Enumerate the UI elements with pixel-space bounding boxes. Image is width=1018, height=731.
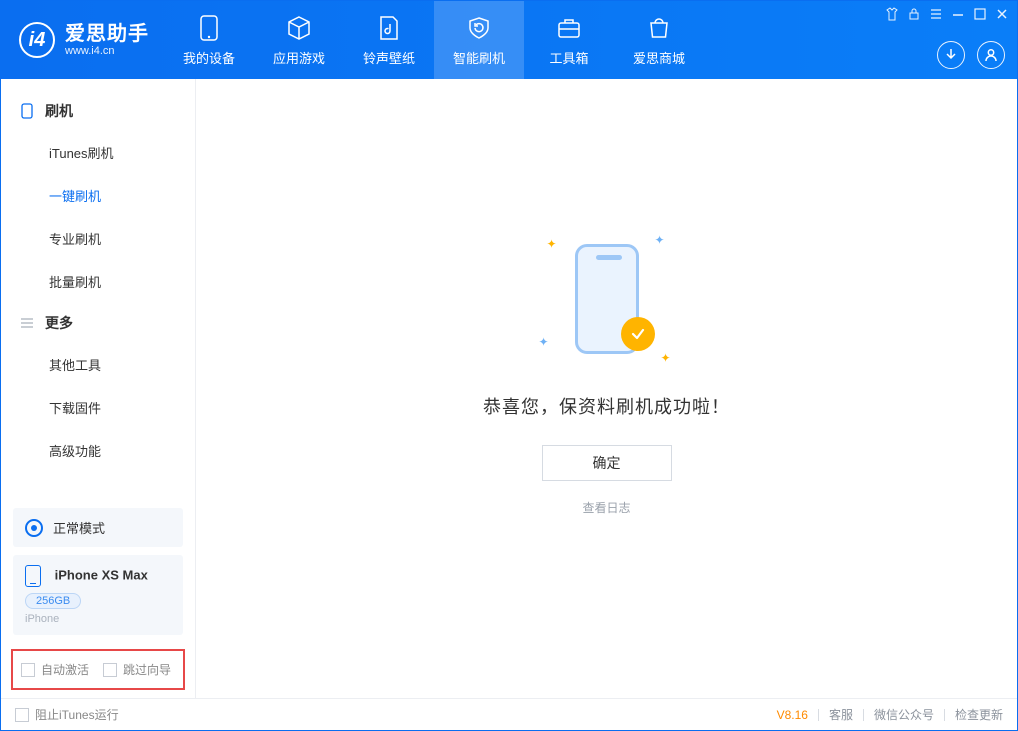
customer-service-link[interactable]: 客服 [829,706,853,723]
checkbox-icon [15,708,29,722]
device-type: iPhone [25,613,171,625]
top-nav: 我的设备 应用游戏 铃声壁纸 智能刷机 工具箱 爱思商城 [164,1,704,79]
sidebar-item-pro-flash[interactable]: 专业刷机 [1,217,195,260]
auto-activate-checkbox[interactable]: 自动激活 [21,661,89,678]
divider [863,709,864,721]
device-capacity-badge: 256GB [25,593,81,609]
nav-my-device[interactable]: 我的设备 [164,1,254,79]
tshirt-icon[interactable] [885,7,899,21]
download-button[interactable] [937,41,965,69]
nav-label: 智能刷机 [453,48,505,67]
minimize-button[interactable] [951,7,965,21]
menu-icon[interactable] [929,7,943,21]
phone-icon [195,14,223,42]
device-info-panel[interactable]: iPhone XS Max 256GB iPhone [13,555,183,635]
wechat-link[interactable]: 微信公众号 [874,706,934,723]
phone-small-icon [19,103,35,119]
toolbox-icon [555,14,583,42]
footer-right: V8.16 客服 微信公众号 检查更新 [777,706,1003,723]
sparkle-icon: ✦ [539,335,549,349]
nav-smart-flash[interactable]: 智能刷机 [434,1,524,79]
nav-label: 铃声壁纸 [363,48,415,67]
sidebar-group-label: 更多 [45,313,73,333]
close-button[interactable] [995,7,1009,21]
app-title: 爱思助手 [65,23,149,45]
app-window: i4 爱思助手 www.i4.cn 我的设备 应用游戏 铃声壁纸 智能刷机 [0,0,1018,731]
success-illustration: ✦ ✦ ✦ ✦ [537,229,677,369]
sparkle-icon: ✦ [547,237,557,251]
sidebar-group-flash: 刷机 [1,91,195,131]
device-phone-icon [25,565,41,587]
logo-area: i4 爱思助手 www.i4.cn [1,1,164,79]
checkbox-label: 自动激活 [41,661,89,678]
sparkle-icon: ✦ [654,233,664,247]
window-controls [885,7,1009,21]
logo-icon: i4 [19,22,55,58]
version-label: V8.16 [777,708,808,722]
sidebar-group-label: 刷机 [45,101,73,121]
sparkle-icon: ✦ [660,351,670,365]
success-check-badge-icon [621,317,655,351]
device-mode-panel[interactable]: 正常模式 [13,508,183,547]
sidebar: 刷机 iTunes刷机 一键刷机 专业刷机 批量刷机 更多 其他工具 下载固件 … [1,79,196,698]
sidebar-item-advanced[interactable]: 高级功能 [1,429,195,472]
nav-label: 我的设备 [183,48,235,67]
sidebar-item-oneclick-flash[interactable]: 一键刷机 [1,174,195,217]
lock-icon[interactable] [907,7,921,21]
checkbox-icon [103,663,117,677]
view-log-link[interactable]: 查看日志 [582,499,630,516]
refresh-shield-icon [465,14,493,42]
checkbox-label: 跳过向导 [123,661,171,678]
nav-label: 爱思商城 [633,48,685,67]
body: 刷机 iTunes刷机 一键刷机 专业刷机 批量刷机 更多 其他工具 下载固件 … [1,79,1017,698]
note-file-icon [375,14,403,42]
block-itunes-checkbox[interactable]: 阻止iTunes运行 [15,706,119,723]
divider [944,709,945,721]
sidebar-scroll: 刷机 iTunes刷机 一键刷机 专业刷机 批量刷机 更多 其他工具 下载固件 … [1,79,195,508]
header-actions [937,41,1005,69]
main-content: ✦ ✦ ✦ ✦ 恭喜您，保资料刷机成功啦！ 确定 查看日志 [196,79,1017,698]
sidebar-item-download-firmware[interactable]: 下载固件 [1,386,195,429]
footer: 阻止iTunes运行 V8.16 客服 微信公众号 检查更新 [1,698,1017,730]
app-site: www.i4.cn [65,45,149,57]
device-name: iPhone XS Max [55,567,148,582]
cube-icon [285,14,313,42]
nav-apps-games[interactable]: 应用游戏 [254,1,344,79]
user-button[interactable] [977,41,1005,69]
sidebar-item-other-tools[interactable]: 其他工具 [1,343,195,386]
nav-toolbox[interactable]: 工具箱 [524,1,614,79]
success-message: 恭喜您，保资料刷机成功啦！ [483,393,730,419]
divider [818,709,819,721]
checkbox-icon [21,663,35,677]
nav-label: 应用游戏 [273,48,325,67]
nav-label: 工具箱 [549,48,588,67]
sidebar-item-batch-flash[interactable]: 批量刷机 [1,260,195,303]
header: i4 爱思助手 www.i4.cn 我的设备 应用游戏 铃声壁纸 智能刷机 [1,1,1017,79]
checkbox-label: 阻止iTunes运行 [35,706,119,723]
sidebar-group-more: 更多 [1,303,195,343]
mode-indicator-icon [25,519,43,537]
maximize-button[interactable] [973,7,987,21]
flash-options-row: 自动激活 跳过向导 [11,649,185,690]
device-mode-label: 正常模式 [53,518,105,537]
check-update-link[interactable]: 检查更新 [955,706,1003,723]
confirm-button[interactable]: 确定 [542,445,672,481]
logo-text: 爱思助手 www.i4.cn [65,23,149,57]
nav-store[interactable]: 爱思商城 [614,1,704,79]
bag-icon [645,14,673,42]
nav-ringtone-wallpaper[interactable]: 铃声壁纸 [344,1,434,79]
skip-guide-checkbox[interactable]: 跳过向导 [103,661,171,678]
sidebar-item-itunes-flash[interactable]: iTunes刷机 [1,131,195,174]
list-icon [19,315,35,331]
